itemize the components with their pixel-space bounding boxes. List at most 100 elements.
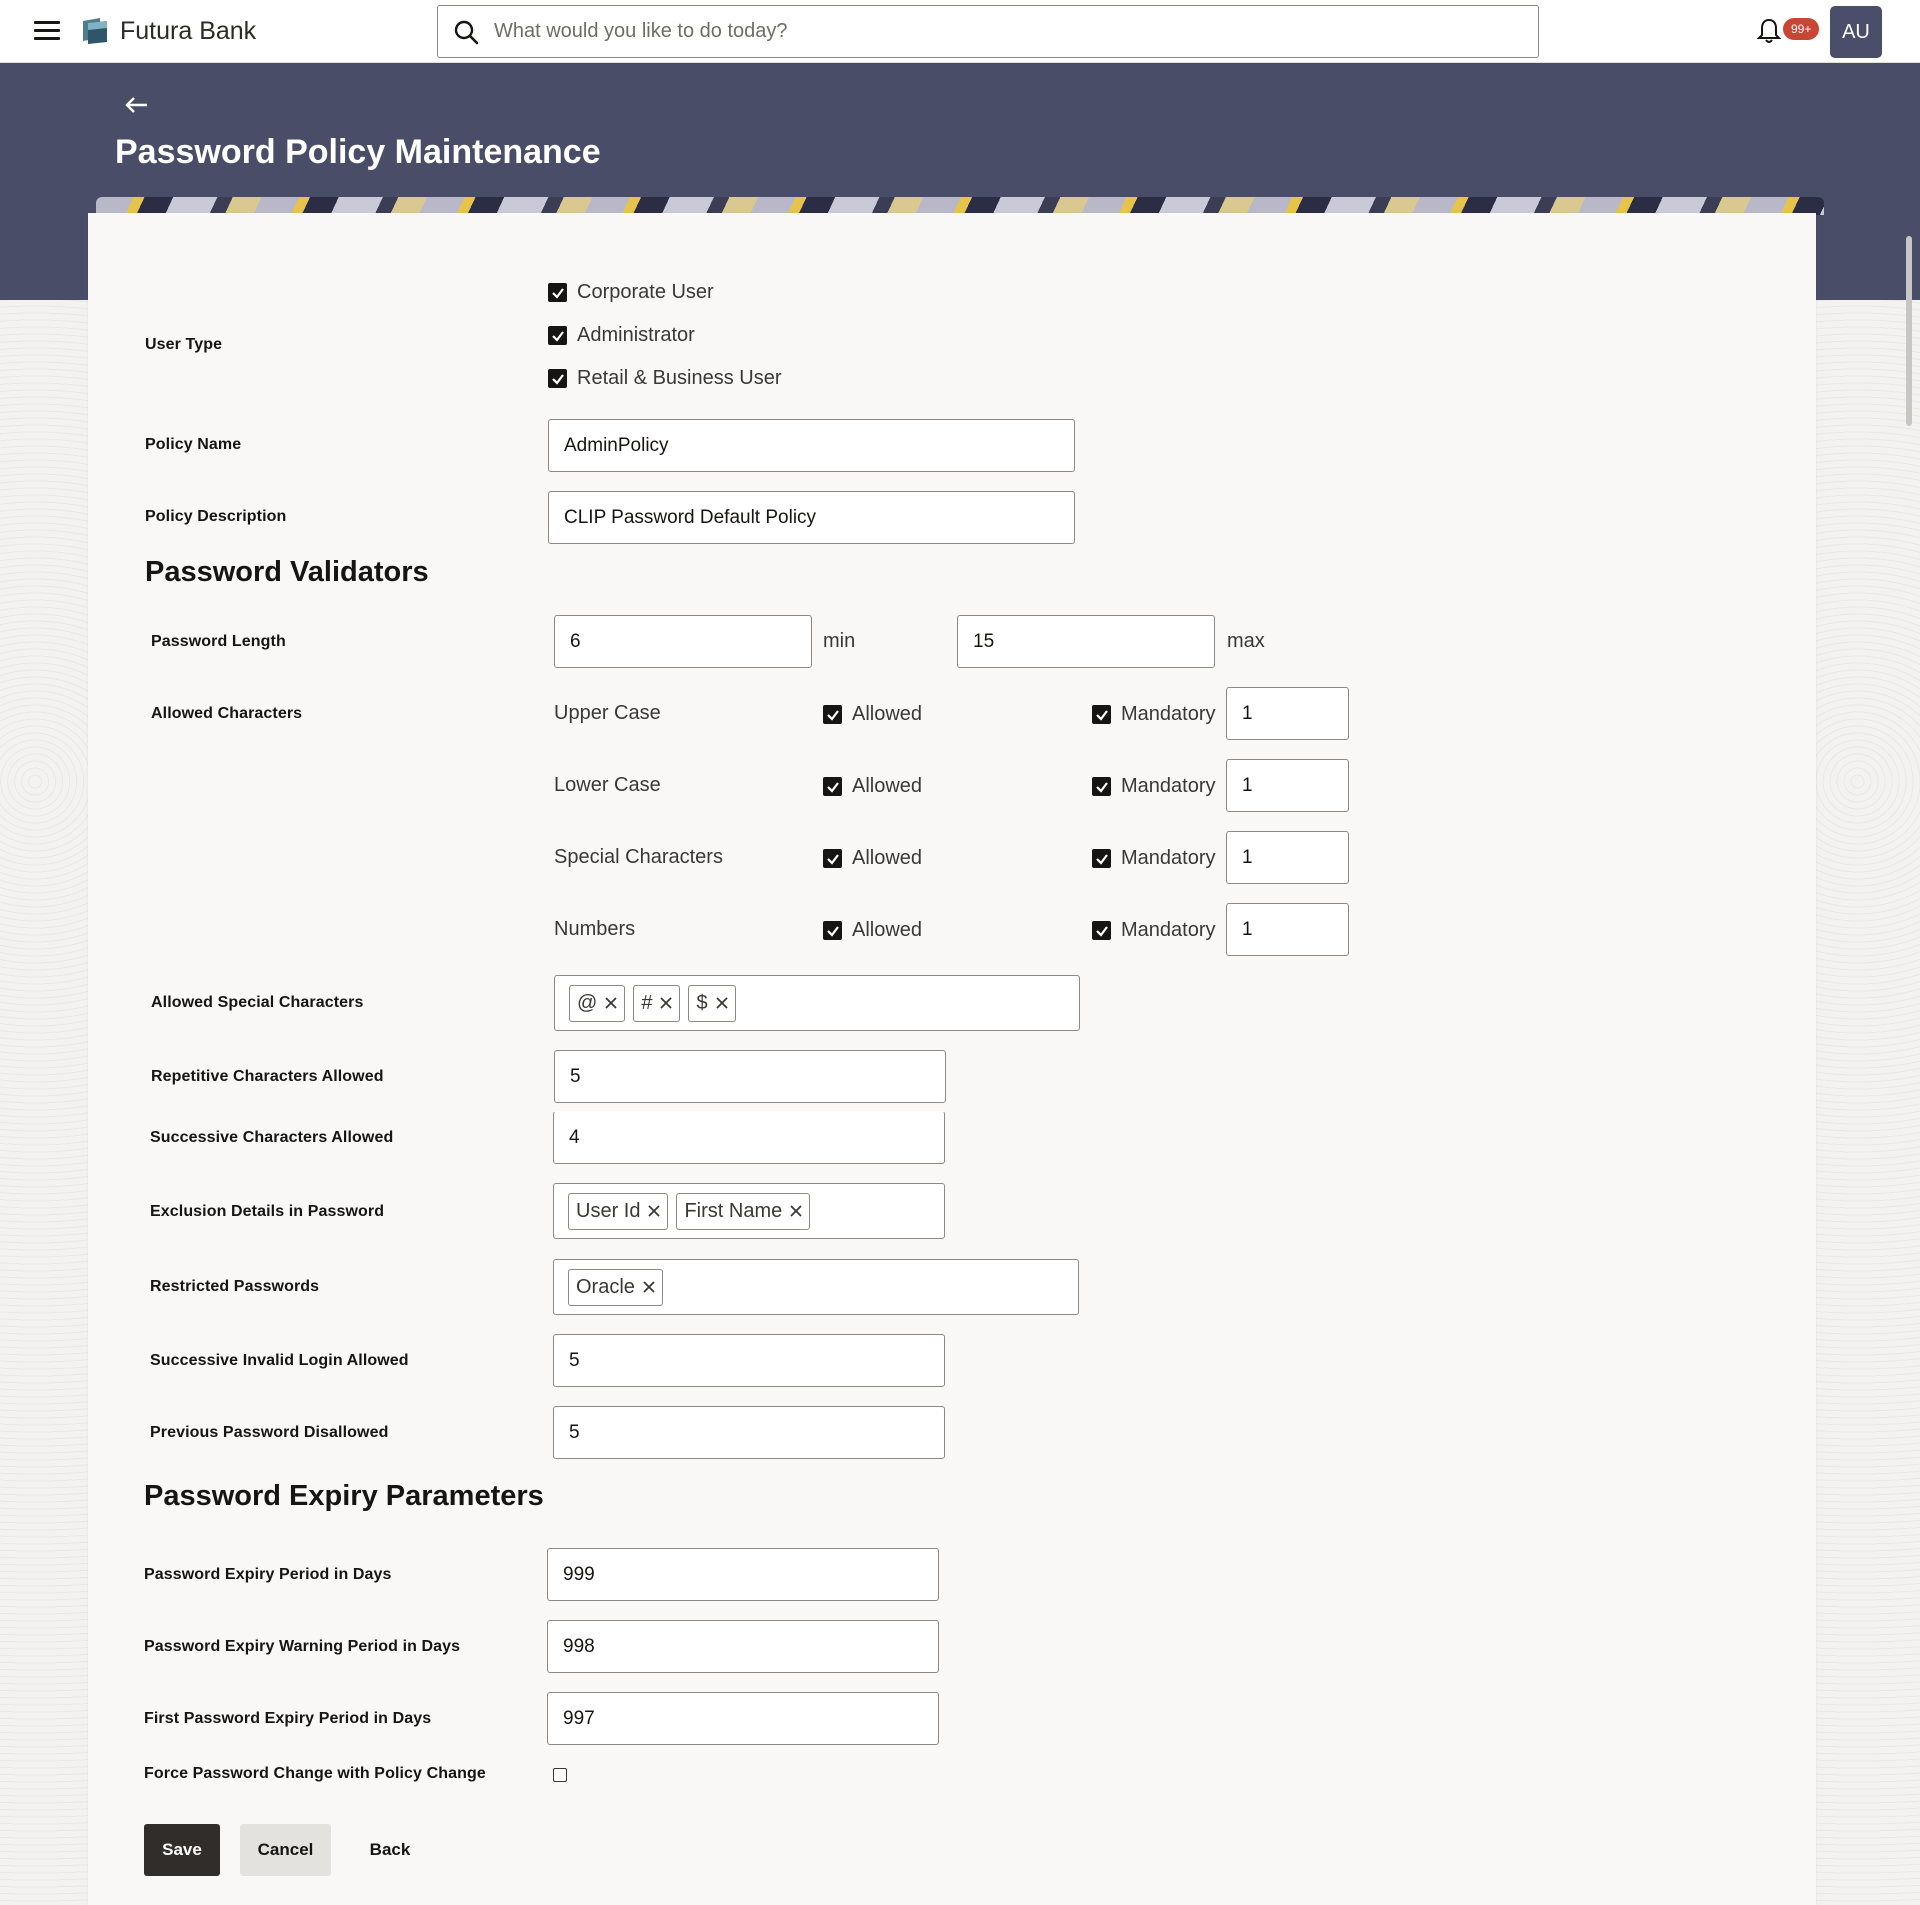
special-characters-input[interactable]: @ # $ <box>554 975 1080 1031</box>
chip-label: User Id <box>576 1199 641 1222</box>
user-avatar[interactable]: AU <box>1830 6 1882 58</box>
allowed-special-characters-label: Allowed Special Characters <box>151 994 364 1011</box>
lower-case-mandatory-checkbox[interactable]: Mandatory <box>1092 775 1216 798</box>
exclusion-chip: First Name <box>676 1192 811 1230</box>
password-length-label: Password Length <box>151 633 286 650</box>
back-button[interactable]: Back <box>352 1824 428 1876</box>
search-input[interactable] <box>494 20 1538 43</box>
policy-name-input[interactable]: AdminPolicy <box>548 419 1075 472</box>
restricted-passwords-label: Restricted Passwords <box>150 1278 320 1295</box>
checkbox-checked-icon <box>823 777 842 796</box>
search-icon <box>454 20 479 44</box>
mandatory-text: Mandatory <box>1121 703 1216 725</box>
expiry-warning-label: Password Expiry Warning Period in Days <box>144 1638 461 1655</box>
policy-description-label: Policy Description <box>145 508 287 525</box>
mandatory-text: Mandatory <box>1121 847 1216 869</box>
first-expiry-input[interactable]: 997 <box>547 1692 939 1745</box>
remove-chip-icon[interactable] <box>659 996 673 1010</box>
numbers-allowed-checkbox[interactable]: Allowed <box>823 919 922 942</box>
top-header: Futura Bank 99+ AU <box>0 0 1920 63</box>
min-text: min <box>823 630 856 652</box>
special-characters-allowed-checkbox[interactable]: Allowed <box>823 847 922 870</box>
invalid-login-label: Successive Invalid Login Allowed <box>150 1352 409 1369</box>
special-char-chip: # <box>633 984 681 1022</box>
notification-count-badge: 99+ <box>1783 18 1820 40</box>
remove-chip-icon[interactable] <box>642 1280 656 1294</box>
page-title: Password Policy Maintenance <box>115 133 601 171</box>
repetitive-characters-input[interactable]: 5 <box>554 1050 946 1103</box>
checkbox-unchecked-icon <box>553 1768 567 1782</box>
remove-chip-icon[interactable] <box>647 1204 661 1218</box>
upper-case-count-input[interactable]: 1 <box>1226 687 1349 740</box>
allowed-text: Allowed <box>852 775 923 797</box>
successive-characters-input[interactable]: 4 <box>553 1111 945 1164</box>
cancel-button[interactable]: Cancel <box>240 1824 331 1876</box>
notification-bell-icon[interactable] <box>1754 16 1784 46</box>
chip-label: Oracle <box>576 1275 635 1298</box>
char-type-numbers: Numbers <box>554 918 636 940</box>
policy-description-input[interactable]: CLIP Password Default Policy <box>548 491 1075 544</box>
exclusion-details-input[interactable]: User Id First Name <box>553 1183 945 1239</box>
upper-case-mandatory-checkbox[interactable]: Mandatory <box>1092 703 1216 726</box>
remove-chip-icon[interactable] <box>789 1204 803 1218</box>
checkbox-checked-icon <box>548 369 567 388</box>
expiry-warning-input[interactable]: 998 <box>547 1620 939 1673</box>
mandatory-text: Mandatory <box>1121 919 1216 941</box>
brand-name: Futura Bank <box>120 16 257 45</box>
char-type-lower-case: Lower Case <box>554 774 661 796</box>
repetitive-characters-label: Repetitive Characters Allowed <box>151 1068 384 1085</box>
numbers-count-input[interactable]: 1 <box>1226 903 1349 956</box>
save-button[interactable]: Save <box>144 1824 220 1876</box>
force-password-change-label: Force Password Change with Policy Change <box>144 1765 486 1782</box>
chip-label: $ <box>696 991 708 1014</box>
user-type-option-label: Corporate User <box>577 281 714 303</box>
special-characters-count-input[interactable]: 1 <box>1226 831 1349 884</box>
remove-chip-icon[interactable] <box>604 996 618 1010</box>
background-pattern-right <box>1816 300 1920 1905</box>
password-length-max-input[interactable]: 15 <box>957 615 1215 668</box>
brand[interactable]: Futura Bank <box>80 14 256 48</box>
previous-password-input[interactable]: 5 <box>553 1406 945 1459</box>
user-type-retail-checkbox[interactable]: Retail & Business User <box>548 367 782 390</box>
lower-case-allowed-checkbox[interactable]: Allowed <box>823 775 922 798</box>
remove-chip-icon[interactable] <box>715 996 729 1010</box>
allowed-text: Allowed <box>852 919 923 941</box>
user-type-corporate-checkbox[interactable]: Corporate User <box>548 281 714 304</box>
hamburger-menu-icon[interactable] <box>32 18 62 44</box>
numbers-mandatory-checkbox[interactable]: Mandatory <box>1092 919 1216 942</box>
restricted-password-chip: Oracle <box>568 1268 663 1306</box>
scrollbar-thumb[interactable] <box>1906 236 1912 426</box>
checkbox-checked-icon <box>823 849 842 868</box>
password-validators-heading: Password Validators <box>145 556 429 588</box>
force-password-change-checkbox[interactable] <box>553 1768 567 1782</box>
checkbox-checked-icon <box>548 326 567 345</box>
checkbox-checked-icon <box>823 705 842 724</box>
checkbox-checked-icon <box>823 921 842 940</box>
char-type-special-characters: Special Characters <box>554 846 723 868</box>
upper-case-allowed-checkbox[interactable]: Allowed <box>823 703 922 726</box>
special-characters-mandatory-checkbox[interactable]: Mandatory <box>1092 847 1216 870</box>
invalid-login-input[interactable]: 5 <box>553 1334 945 1387</box>
password-length-min-input[interactable]: 6 <box>554 615 812 668</box>
restricted-passwords-input[interactable]: Oracle <box>553 1259 1079 1315</box>
chip-label: @ <box>577 991 598 1014</box>
mandatory-text: Mandatory <box>1121 775 1216 797</box>
expiry-period-label: Password Expiry Period in Days <box>144 1566 392 1583</box>
checkbox-checked-icon <box>548 283 567 302</box>
chip-label: # <box>641 991 653 1014</box>
expiry-period-input[interactable]: 999 <box>547 1548 939 1601</box>
checkbox-checked-icon <box>1092 849 1111 868</box>
user-type-administrator-checkbox[interactable]: Administrator <box>548 324 695 347</box>
back-arrow-icon[interactable] <box>122 90 152 120</box>
user-type-option-label: Administrator <box>577 324 695 346</box>
checkbox-checked-icon <box>1092 777 1111 796</box>
allowed-text: Allowed <box>852 703 923 725</box>
user-type-label: User Type <box>145 336 223 353</box>
background-pattern-left <box>0 300 88 1905</box>
lower-case-count-input[interactable]: 1 <box>1226 759 1349 812</box>
chip-label: First Name <box>684 1199 783 1222</box>
exclusion-details-label: Exclusion Details in Password <box>150 1203 385 1220</box>
search-bar[interactable] <box>437 5 1539 58</box>
special-char-chip: @ <box>569 984 626 1022</box>
allowed-characters-label: Allowed Characters <box>151 705 303 722</box>
